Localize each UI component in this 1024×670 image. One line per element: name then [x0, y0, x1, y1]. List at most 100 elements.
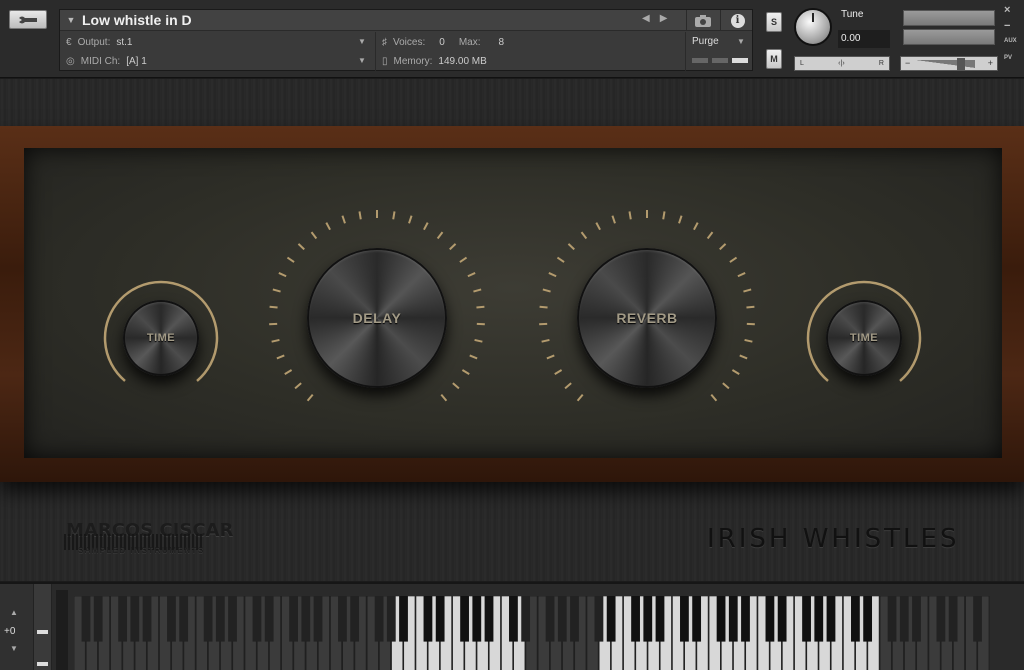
pan-slider[interactable]: L ‹|› R: [794, 56, 890, 71]
black-key[interactable]: [826, 596, 836, 642]
black-key[interactable]: [851, 596, 860, 642]
mute-button[interactable]: M: [766, 49, 782, 69]
black-key[interactable]: [215, 596, 225, 642]
midi-dropdown-icon[interactable]: ▼: [358, 56, 366, 65]
black-key[interactable]: [936, 596, 946, 642]
black-key[interactable]: [594, 596, 604, 642]
black-key[interactable]: [399, 596, 408, 642]
dial-tick: [310, 231, 318, 240]
max-label: Max:: [458, 36, 481, 48]
black-key[interactable]: [338, 596, 347, 642]
black-key[interactable]: [765, 596, 775, 642]
black-key[interactable]: [289, 596, 298, 642]
black-key[interactable]: [252, 596, 262, 642]
black-key[interactable]: [887, 596, 897, 642]
tune-value[interactable]: 0.00: [838, 30, 890, 48]
black-key[interactable]: [973, 596, 982, 642]
left-time-knob[interactable]: TIME: [123, 300, 199, 376]
maker-subtitle: SAMPLED INSTRUMENTS: [78, 546, 205, 555]
black-key[interactable]: [777, 596, 787, 642]
black-key[interactable]: [692, 596, 702, 642]
black-key[interactable]: [179, 596, 189, 642]
black-key[interactable]: [912, 596, 921, 642]
black-key[interactable]: [350, 596, 360, 642]
black-key[interactable]: [228, 596, 237, 642]
black-key[interactable]: [814, 596, 824, 642]
octave-shift-control[interactable]: ▲ +0 ▼: [0, 584, 33, 670]
max-voices-value[interactable]: 8: [498, 37, 504, 48]
black-key[interactable]: [374, 596, 384, 642]
black-key[interactable]: [948, 596, 958, 642]
black-key[interactable]: [93, 596, 103, 642]
purge-dropdown-icon[interactable]: ▼: [737, 37, 745, 46]
black-key[interactable]: [423, 596, 433, 642]
tune-knob[interactable]: [794, 8, 832, 46]
octave-down-icon[interactable]: ▼: [10, 644, 18, 653]
black-key[interactable]: [386, 596, 396, 642]
dial-tick: [556, 256, 565, 263]
black-key[interactable]: [81, 596, 91, 642]
black-key[interactable]: [460, 596, 469, 642]
solo-button[interactable]: S: [766, 12, 782, 32]
right-time-label: TIME: [849, 332, 879, 344]
aux-button[interactable]: AUX: [1004, 38, 1017, 44]
instrument-title: Low whistle in D: [82, 12, 192, 28]
memory-display: ▯ Memory: 149.00 MB: [382, 51, 487, 71]
black-key[interactable]: [631, 596, 640, 642]
output-selector[interactable]: € Output: st.1: [66, 32, 133, 52]
volume-plus-label: +: [987, 58, 993, 68]
black-key[interactable]: [521, 596, 531, 642]
piano-keyboard[interactable]: [74, 596, 990, 670]
instrument-menu-arrow-icon[interactable]: ▼: [60, 15, 82, 25]
black-key[interactable]: [545, 596, 555, 642]
black-key[interactable]: [741, 596, 750, 642]
close-icon[interactable]: ×: [1004, 4, 1010, 16]
snapshot-camera-button[interactable]: [686, 10, 718, 31]
black-key[interactable]: [899, 596, 909, 642]
minimize-icon[interactable]: −: [1004, 20, 1010, 32]
black-key[interactable]: [130, 596, 140, 642]
black-key[interactable]: [167, 596, 176, 642]
midi-icon: ◎: [66, 55, 75, 67]
black-key[interactable]: [118, 596, 128, 642]
black-key[interactable]: [435, 596, 445, 642]
info-button[interactable]: i: [720, 10, 754, 31]
reverb-knob[interactable]: REVERB: [567, 238, 727, 398]
black-key[interactable]: [863, 596, 873, 642]
dial-tick: [461, 369, 470, 376]
black-key[interactable]: [301, 596, 311, 642]
black-key[interactable]: [142, 596, 152, 642]
output-dropdown-icon[interactable]: ▼: [358, 37, 366, 46]
black-key[interactable]: [655, 596, 665, 642]
black-key[interactable]: [472, 596, 482, 642]
midi-channel-selector[interactable]: ◎ MIDI Ch: [A] 1: [66, 51, 147, 71]
black-key[interactable]: [716, 596, 726, 642]
mod-wheel-strip[interactable]: [33, 584, 52, 670]
volume-slider[interactable]: − +: [900, 56, 998, 71]
black-key[interactable]: [203, 596, 213, 642]
prev-next-instrument-icons[interactable]: ◀▶: [642, 13, 677, 24]
black-key[interactable]: [606, 596, 616, 642]
black-key[interactable]: [313, 596, 323, 642]
black-key[interactable]: [728, 596, 738, 642]
pv-button[interactable]: PV: [1004, 55, 1012, 61]
purge-menu[interactable]: Purge: [692, 36, 719, 47]
pitch-strip[interactable]: [56, 590, 68, 670]
delay-knob[interactable]: DELAY: [297, 238, 457, 398]
midi-label: MIDI Ch:: [80, 55, 121, 67]
right-time-knob[interactable]: TIME: [826, 300, 902, 376]
black-key[interactable]: [264, 596, 274, 642]
octave-up-icon[interactable]: ▲: [10, 608, 18, 617]
dial-tick: [542, 288, 551, 293]
black-key[interactable]: [509, 596, 518, 642]
black-key[interactable]: [643, 596, 653, 642]
black-key[interactable]: [570, 596, 579, 642]
wrench-icon-button[interactable]: [9, 10, 47, 29]
black-key[interactable]: [557, 596, 567, 642]
black-key[interactable]: [680, 596, 689, 642]
mod-wheel-marker: [37, 630, 48, 634]
voices-display: ♯ Voices: 0 Max: 8: [382, 32, 504, 52]
black-key[interactable]: [484, 596, 494, 642]
volume-handle[interactable]: [957, 58, 965, 70]
black-key[interactable]: [802, 596, 811, 642]
